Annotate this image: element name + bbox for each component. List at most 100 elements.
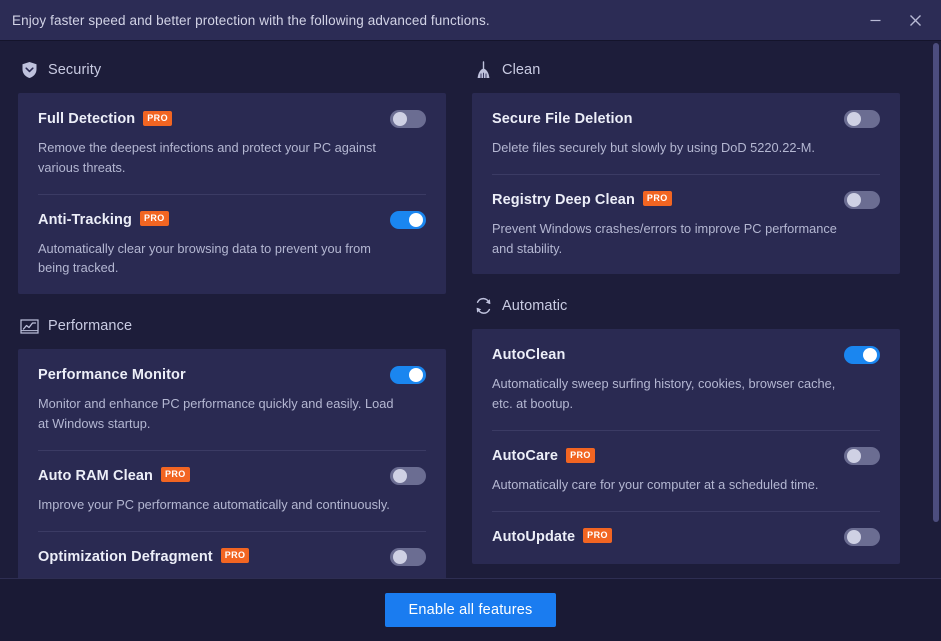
feature-description: Automatically sweep surfing history, coo… [492, 376, 836, 412]
advanced-functions-window: Enjoy faster speed and better protection… [0, 0, 941, 641]
feature-header: AutoCare PRO [492, 445, 880, 467]
feature-autoclean: AutoClean PRO Automatically sweep surfin… [492, 329, 880, 430]
enable-all-features-button[interactable]: Enable all features [384, 593, 557, 627]
group-header-performance: Performance [18, 311, 446, 341]
feature-optimization-defragment: Optimization Defragment PRO [38, 530, 426, 578]
features-scroll-region: Security Full Detection PRO Remove the d… [0, 41, 941, 578]
feature-header: Secure File Deletion PRO [492, 108, 880, 130]
vertical-scrollbar[interactable] [931, 41, 941, 578]
feature-description: Remove the deepest infections and protec… [38, 140, 376, 175]
feature-header: Optimization Defragment PRO [38, 546, 426, 568]
feature-autoupdate: AutoUpdate PRO [492, 510, 880, 564]
minimize-button[interactable] [855, 0, 895, 40]
pro-badge: PRO [143, 110, 172, 126]
group-title-automatic: Automatic [502, 298, 568, 315]
pro-badge: PRO [139, 211, 169, 227]
feature-title: Full Detection [38, 111, 136, 127]
toggle-autoclean[interactable] [844, 346, 880, 365]
group-header-security: Security [18, 55, 446, 85]
group-clean: Clean Secure File Deletion PRO Delete fi… [472, 55, 900, 275]
feature-auto-ram-clean: Auto RAM Clean PRO Improve your PC perfo… [38, 449, 426, 531]
features-content: Security Full Detection PRO Remove the d… [0, 41, 941, 578]
toggle-knob [847, 449, 861, 464]
refresh-icon [474, 297, 493, 316]
feature-title: AutoClean [492, 347, 566, 364]
feature-secure-file-deletion: Secure File Deletion PRO Delete files se… [492, 93, 880, 174]
feature-autocare: AutoCare PRO Automatically care for your… [492, 430, 880, 511]
pro-badge: PRO [160, 467, 190, 483]
feature-registry-deep-clean: Registry Deep Clean PRO Prevent Windows … [492, 173, 880, 275]
toggle-knob [847, 192, 861, 207]
feature-title: Auto RAM Clean [38, 467, 153, 484]
feature-title: Secure File Deletion [492, 111, 633, 127]
window-title: Enjoy faster speed and better protection… [12, 12, 490, 28]
toggle-anti-tracking[interactable] [390, 210, 426, 229]
group-performance: Performance Performance Monitor PRO Moni… [18, 311, 446, 578]
feature-description: Automatically care for your computer at … [492, 477, 819, 493]
feature-performance-monitor: Performance Monitor PRO Monitor and enha… [38, 349, 426, 450]
left-column: Security Full Detection PRO Remove the d… [18, 55, 459, 578]
toggle-knob [393, 468, 407, 483]
group-header-clean: Clean [472, 55, 900, 85]
toggle-knob [409, 368, 423, 383]
toggle-knob [393, 112, 407, 126]
feature-title: Registry Deep Clean [492, 191, 635, 208]
toggle-full-detection[interactable] [390, 110, 426, 128]
toggle-knob [393, 549, 407, 564]
feature-description: Delete files securely but slowly by usin… [492, 140, 815, 155]
card-security: Full Detection PRO Remove the deepest in… [18, 93, 446, 295]
feature-description: Prevent Windows crashes/errors to improv… [492, 220, 837, 256]
feature-header: Auto RAM Clean PRO [38, 465, 426, 487]
toggle-knob [409, 212, 423, 227]
feature-header: Full Detection PRO [38, 108, 426, 130]
toggle-optimization-defragment[interactable] [390, 547, 426, 566]
chart-icon [20, 317, 39, 336]
group-automatic: Automatic AutoClean PRO Automatically sw… [472, 291, 900, 564]
toggle-knob [847, 529, 861, 544]
group-header-automatic: Automatic [472, 291, 900, 321]
toggle-autocare[interactable] [844, 447, 880, 466]
feature-title: AutoCare [492, 448, 559, 465]
group-title-clean: Clean [502, 62, 541, 78]
group-title-security: Security [48, 62, 102, 78]
feature-anti-tracking: Anti-Tracking PRO Automatically clear yo… [38, 193, 426, 295]
feature-title: AutoUpdate [492, 528, 576, 545]
toggle-knob [863, 348, 877, 363]
toggle-knob [847, 112, 861, 126]
toggle-registry-deep-clean[interactable] [844, 190, 880, 209]
feature-title: Anti-Tracking [38, 211, 132, 228]
group-title-performance: Performance [48, 318, 133, 335]
title-bar: Enjoy faster speed and better protection… [0, 0, 941, 41]
card-automatic: AutoClean PRO Automatically sweep surfin… [472, 329, 900, 564]
shield-icon [20, 61, 39, 80]
toggle-autoupdate[interactable] [844, 527, 880, 546]
feature-description: Monitor and enhance PC performance quick… [38, 396, 394, 432]
broom-icon [474, 60, 493, 80]
card-performance: Performance Monitor PRO Monitor and enha… [18, 349, 446, 578]
feature-title: Optimization Defragment [38, 548, 213, 565]
pro-badge: PRO [583, 528, 612, 544]
pro-badge: PRO [566, 447, 595, 463]
scrollbar-thumb[interactable] [933, 43, 939, 522]
toggle-auto-ram-clean[interactable] [390, 466, 426, 485]
feature-description: Improve your PC performance automaticall… [38, 496, 390, 512]
close-icon[interactable] [895, 0, 935, 40]
feature-header: Performance Monitor PRO [38, 364, 426, 386]
pro-badge: PRO [642, 191, 672, 207]
card-clean: Secure File Deletion PRO Delete files se… [472, 93, 900, 275]
window-controls [855, 0, 935, 40]
feature-header: Anti-Tracking PRO [38, 209, 426, 231]
toggle-performance-monitor[interactable] [390, 366, 426, 385]
toggle-secure-file-deletion[interactable] [844, 110, 880, 128]
feature-header: AutoClean PRO [492, 344, 880, 366]
right-column: Clean Secure File Deletion PRO Delete fi… [459, 55, 900, 578]
footer-bar: Enable all features [0, 578, 941, 641]
pro-badge: PRO [220, 548, 250, 564]
group-security: Security Full Detection PRO Remove the d… [18, 55, 446, 295]
feature-header: Registry Deep Clean PRO [492, 189, 880, 211]
feature-description: Automatically clear your browsing data t… [38, 240, 371, 276]
features-columns: Security Full Detection PRO Remove the d… [0, 55, 941, 578]
feature-full-detection: Full Detection PRO Remove the deepest in… [38, 93, 426, 194]
feature-title: Performance Monitor [38, 367, 186, 384]
feature-header: AutoUpdate PRO [492, 526, 880, 548]
